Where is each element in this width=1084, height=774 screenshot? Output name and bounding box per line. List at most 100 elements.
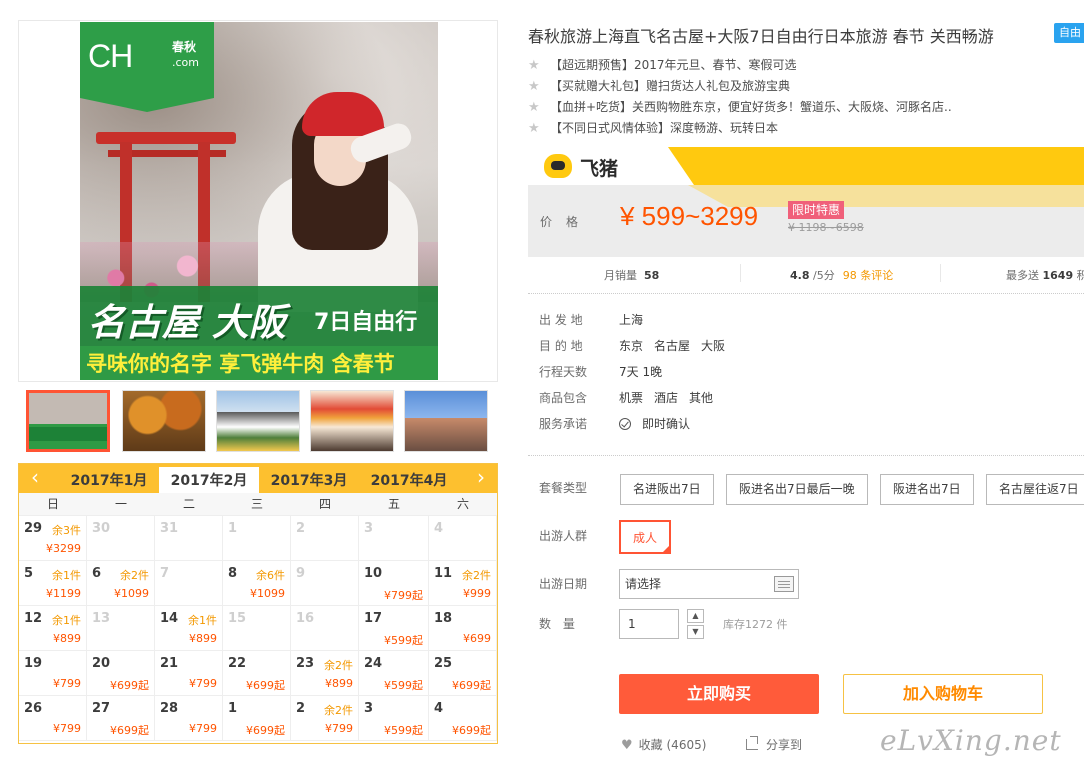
day-number: 13 (92, 611, 111, 626)
calendar-month-tab-active[interactable]: 2017年2月 (159, 467, 259, 493)
calendar-day[interactable]: 4 ¥699起 (429, 696, 497, 741)
calendar-day[interactable]: 19 ¥799 (19, 651, 87, 696)
thumbnail-3[interactable] (216, 390, 300, 452)
calendar-prev-arrow-icon[interactable]: ‹ (23, 464, 47, 493)
review-count-link[interactable]: 98 条评论 (843, 269, 894, 282)
logo-cn-text: 春秋 (172, 40, 197, 54)
package-type-label: 套餐类型 (539, 481, 588, 495)
star-icon: ★ (528, 79, 540, 94)
calendar-day[interactable]: 8 余6件 ¥1099 (223, 561, 291, 606)
thumbnail-1[interactable] (26, 390, 110, 452)
calendar-day[interactable]: 14 余1件 ¥899 (155, 606, 223, 651)
weekday-label: 六 (456, 497, 469, 511)
weekday-label: 四 (318, 497, 331, 511)
travel-date-input[interactable]: 请选择 (619, 569, 799, 599)
weekday-label: 三 (250, 497, 263, 511)
crowd-option-adult[interactable]: 成人 (619, 520, 671, 554)
day-number: 3 (364, 701, 374, 716)
calendar-day[interactable]: 11 余2件 ¥999 (429, 561, 497, 606)
weekday-label: 二 (182, 497, 195, 511)
package-option[interactable]: 阪进名出7日 (880, 474, 974, 505)
package-option[interactable]: 名古屋往返7日 (986, 474, 1084, 505)
calendar-day[interactable]: 6 余2件 ¥1099 (87, 561, 155, 606)
calendar-day: 30 (87, 516, 155, 561)
thumbnail-4[interactable] (310, 390, 394, 452)
calendar-month-tab[interactable]: 2017年1月 (59, 467, 159, 493)
thumbnail-5[interactable] (404, 390, 488, 452)
calendar-icon[interactable] (774, 576, 794, 592)
fliggy-logo-icon (544, 154, 572, 178)
calendar-day[interactable]: 28 ¥799 (155, 696, 223, 741)
calendar-day: 13 (87, 606, 155, 651)
day-stock: 余6件 (256, 569, 285, 582)
calendar-day[interactable]: 25 ¥699起 (429, 651, 497, 696)
day-number: 21 (160, 656, 179, 671)
info-value-item: 即时确认 (642, 417, 691, 431)
calendar-day[interactable]: 10 ¥799起 (359, 561, 429, 606)
feature-list: ★ 【超远期预售】2017年元旦、春节、寒假可选 ★ 【买就赠大礼包】赠扫货达人礼包… (528, 55, 952, 139)
calendar-day[interactable]: 17 ¥599起 (359, 606, 429, 651)
info-value-item: 东京 (619, 339, 644, 353)
day-number: 27 (92, 701, 111, 716)
calendar-day[interactable]: 5 余1件 ¥1199 (19, 561, 87, 606)
day-price: ¥699起 (452, 724, 491, 737)
info-key: 出 发 地 (539, 313, 583, 327)
product-gallery: CH 春秋 .com 名古屋 大阪 7日自由行 寻味你的名字 享飞弹牛肉 含春节 (18, 20, 498, 382)
thumbnail-2[interactable] (122, 390, 206, 452)
torii-gate-top (96, 132, 236, 144)
feature-item: ★ 【不同日式风情体验】深度畅游、玩转日本 (528, 118, 952, 139)
calendar-day[interactable]: 22 ¥699起 (223, 651, 291, 696)
share-label: 分享到 (766, 738, 803, 752)
calendar-day[interactable]: 29 余3件 ¥3299 (19, 516, 87, 561)
add-to-cart-button[interactable]: 加入购物车 (843, 674, 1043, 714)
calendar-day[interactable]: 3 ¥599起 (359, 696, 429, 741)
quantity-decrease-icon[interactable]: ▼ (687, 625, 704, 639)
calendar-day[interactable]: 27 ¥699起 (87, 696, 155, 741)
day-number: 15 (228, 611, 247, 626)
monthly-sales: 月销量 58 (604, 267, 659, 283)
product-title: 春秋旅游上海直飞名古屋+大阪7日自由行日本旅游 春节 关西畅游 (528, 27, 994, 46)
calendar-day[interactable]: 21 ¥799 (155, 651, 223, 696)
day-number: 2 (296, 521, 306, 536)
day-number: 19 (24, 656, 43, 671)
favorite-button[interactable]: ♥ 收藏 (4605) (621, 736, 706, 753)
package-option[interactable]: 名进阪出7日 (620, 474, 714, 505)
calendar-day: 3 (359, 516, 429, 561)
package-option[interactable]: 阪进名出7日最后一晚 (726, 474, 868, 505)
calendar-day[interactable]: 12 余1件 ¥899 (19, 606, 87, 651)
buy-now-button[interactable]: 立即购买 (619, 674, 819, 714)
quantity-label: 数 量 (539, 617, 579, 631)
calendar-month-tab[interactable]: 2017年3月 (259, 467, 359, 493)
star-icon: ★ (528, 58, 540, 73)
info-value: 东京 名古屋 大阪 (619, 338, 736, 354)
calendar-day[interactable]: 1 ¥699起 (223, 696, 291, 741)
star-icon: ★ (528, 121, 540, 136)
calendar-month-tab[interactable]: 2017年4月 (359, 467, 459, 493)
hero-image[interactable]: CH 春秋 .com 名古屋 大阪 7日自由行 寻味你的名字 享飞弹牛肉 含春节 (80, 22, 438, 380)
reward-points: 最多送 1649 积 (1006, 267, 1084, 283)
quantity-increase-icon[interactable]: ▲ (687, 609, 704, 623)
day-number: 1 (228, 701, 238, 716)
day-number: 4 (434, 701, 444, 716)
calendar-day[interactable]: 18 ¥699 (429, 606, 497, 651)
info-value-item: 其他 (689, 391, 714, 405)
chunqiu-logo: CH 春秋 .com (80, 22, 214, 112)
day-number: 12 (24, 611, 43, 626)
day-price: ¥699起 (110, 724, 149, 737)
share-button[interactable]: 分享到 (746, 736, 802, 753)
calendar-day[interactable]: 26 ¥799 (19, 696, 87, 741)
calendar-day[interactable]: 24 ¥599起 (359, 651, 429, 696)
calendar-header: ‹ 2017年1月 2017年2月 2017年3月 2017年4月 › (19, 464, 497, 493)
day-stock: 余1件 (188, 614, 217, 627)
calendar-next-arrow-icon[interactable]: › (469, 464, 493, 493)
day-number: 3 (364, 521, 374, 536)
quantity-input[interactable]: 1 (619, 609, 679, 639)
heart-icon: ♥ (621, 738, 633, 753)
fliggy-brand-text: 飞猪 (580, 158, 619, 180)
calendar-day[interactable]: 23 余2件 ¥899 (291, 651, 359, 696)
day-number: 2 (296, 701, 306, 716)
day-price: ¥699起 (246, 679, 285, 692)
calendar-day[interactable]: 20 ¥699起 (87, 651, 155, 696)
calendar-day[interactable]: 2 余2件 ¥799 (291, 696, 359, 741)
feature-text: 【血拼+吃货】关西购物胜东京，便宜好货多！蟹道乐、大阪烧、河豚名店.. (550, 100, 952, 114)
